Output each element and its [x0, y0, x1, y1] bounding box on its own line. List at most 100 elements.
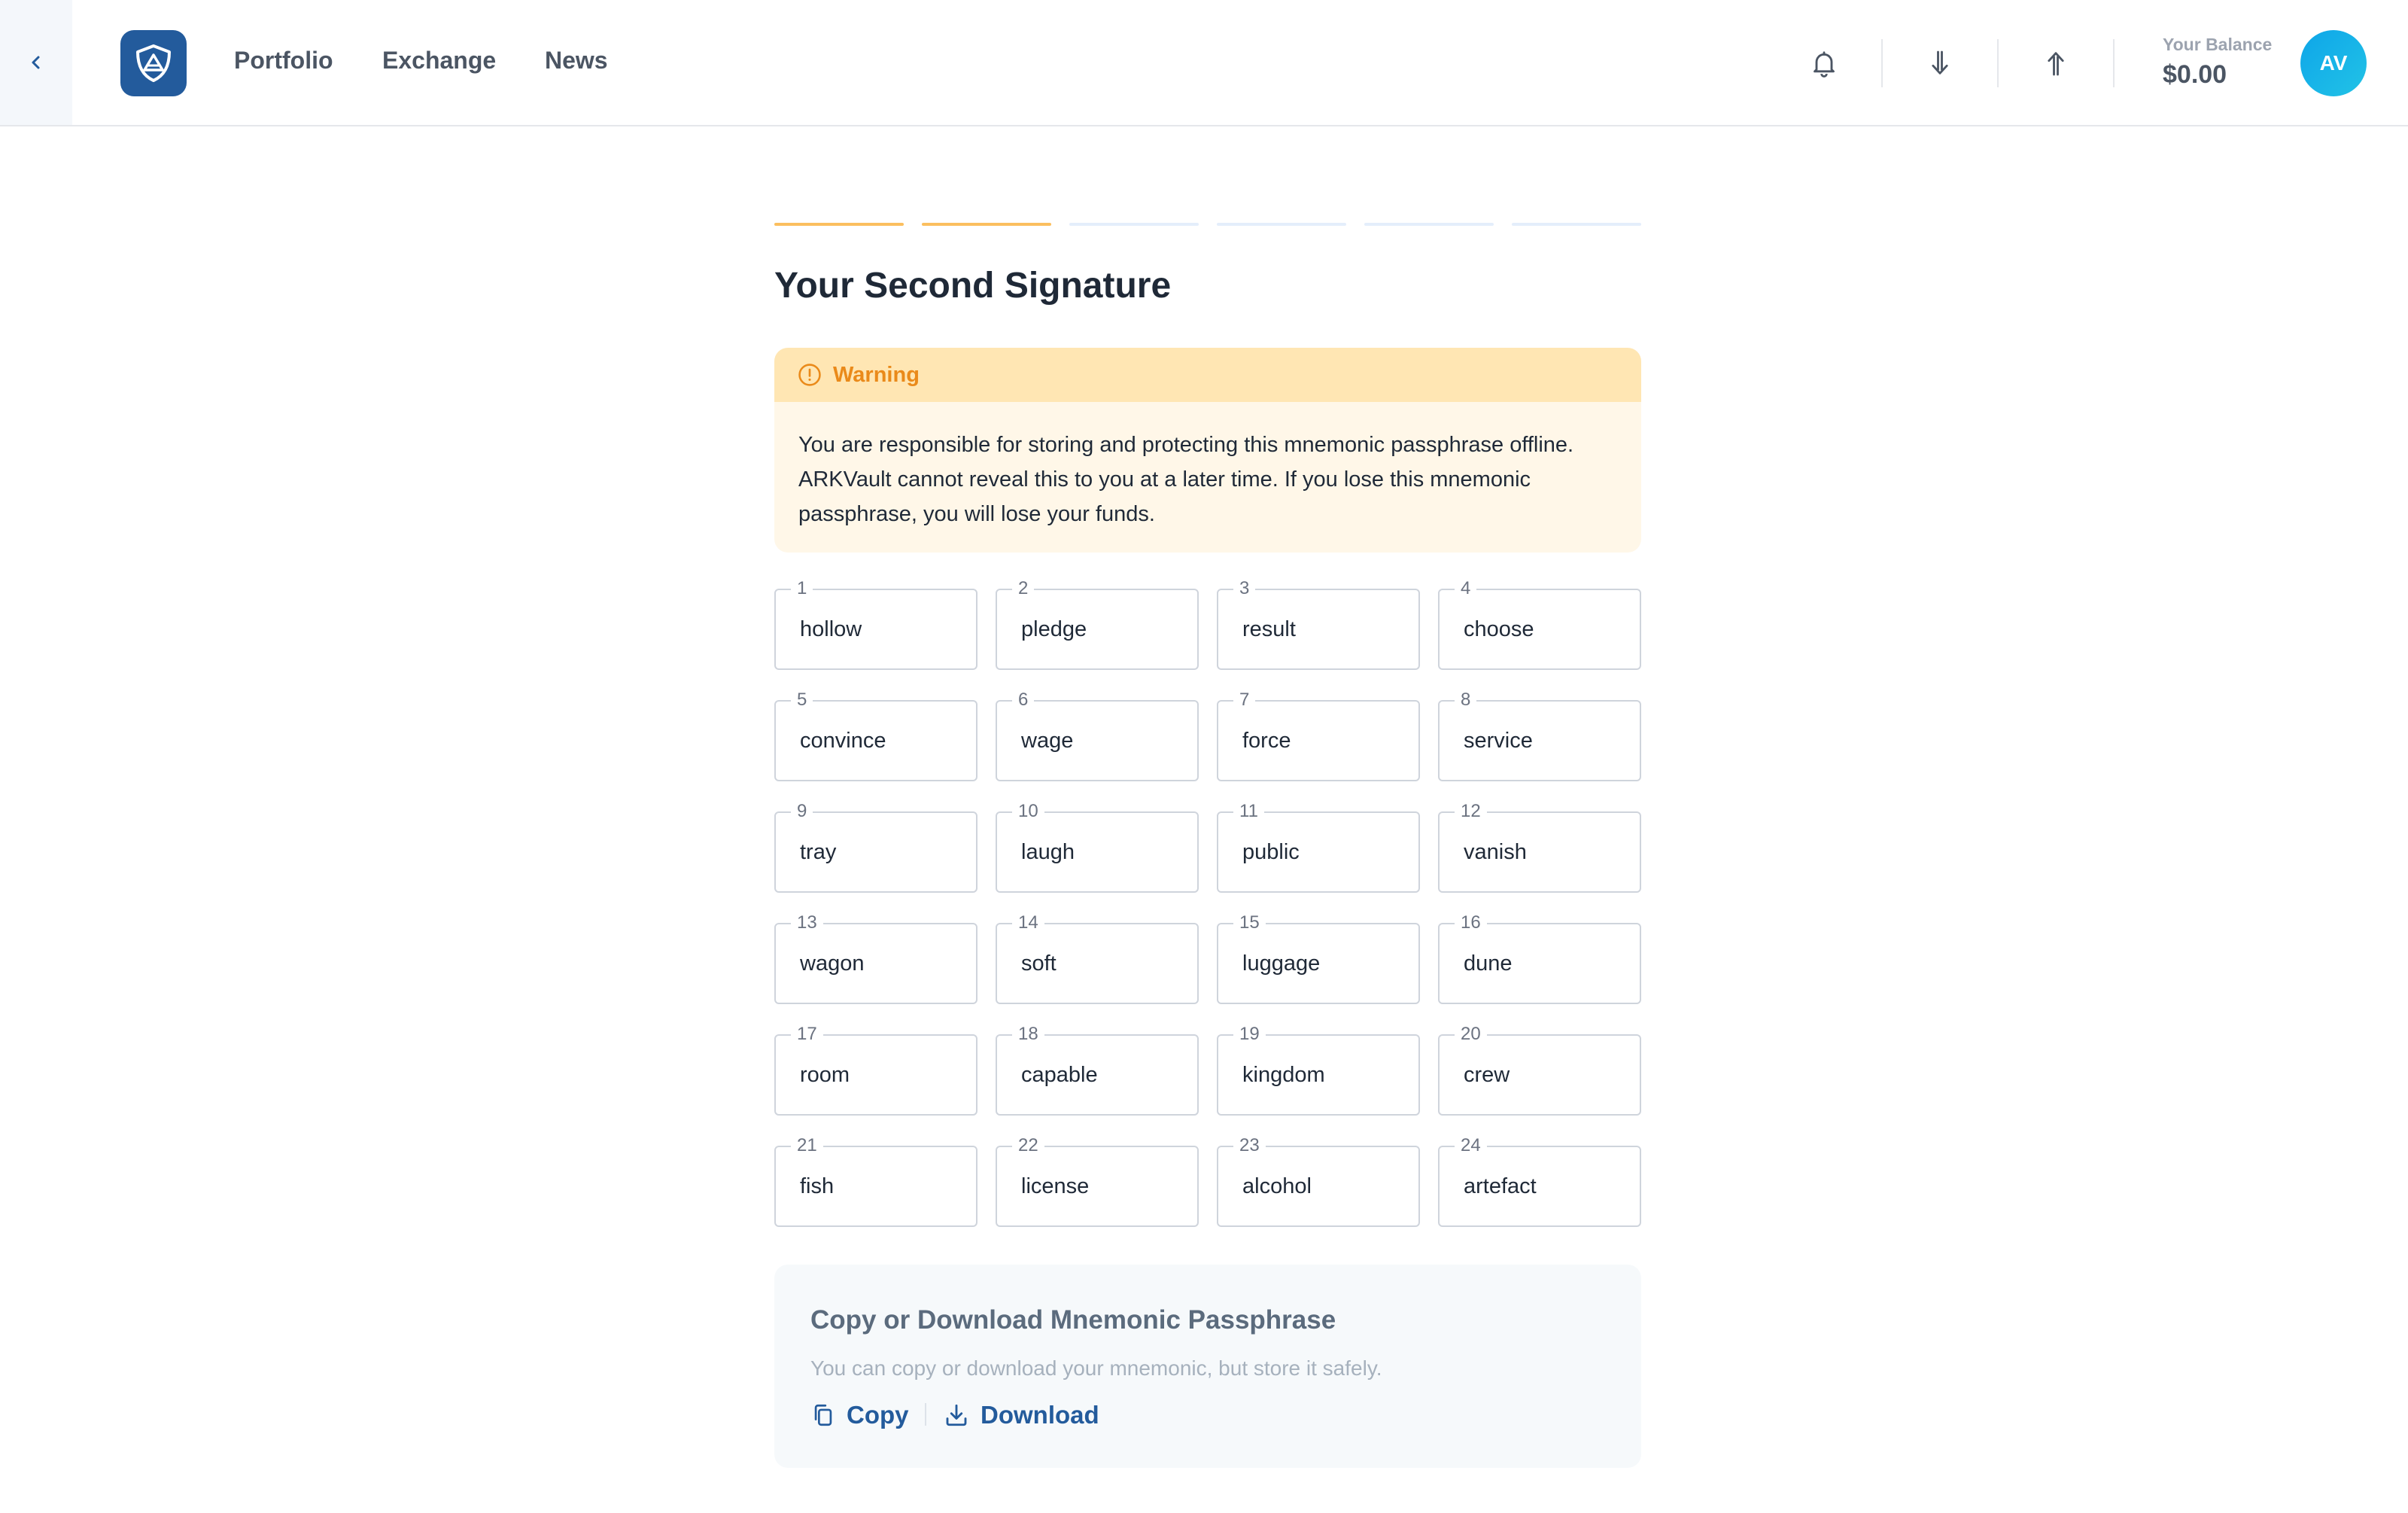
send-button[interactable]: [2032, 39, 2080, 87]
mnemonic-word-number: 15: [1233, 912, 1266, 934]
mnemonic-word-text: public: [1242, 840, 1300, 864]
mnemonic-word-text: alcohol: [1242, 1174, 1312, 1198]
mnemonic-word-number: 2: [1012, 577, 1035, 600]
mnemonic-word-number: 1: [791, 577, 813, 600]
mnemonic-word-text: service: [1464, 729, 1533, 753]
mnemonic-word-field[interactable]: 11 public: [1217, 800, 1420, 893]
mnemonic-word-number: 17: [791, 1023, 823, 1046]
mnemonic-word-number: 11: [1233, 800, 1264, 823]
arrow-down-icon: [1932, 50, 1948, 75]
mnemonic-word-field[interactable]: 24 artefact: [1438, 1134, 1641, 1227]
mnemonic-word-text: wage: [1021, 729, 1074, 753]
mnemonic-word-field[interactable]: 21 fish: [774, 1134, 977, 1227]
mnemonic-word-number: 3: [1233, 577, 1256, 600]
back-button[interactable]: [0, 0, 72, 125]
progress-step-pending: [1217, 223, 1346, 226]
warning-message: You are responsible for storing and prot…: [798, 433, 1574, 526]
mnemonic-word-field[interactable]: 9 tray: [774, 800, 977, 893]
mnemonic-word-text: result: [1242, 617, 1296, 641]
page-title: Your Second Signature: [774, 266, 1172, 306]
mnemonic-word-number: 24: [1455, 1134, 1487, 1157]
mnemonic-word-text: dune: [1464, 951, 1513, 976]
mnemonic-word-number: 5: [791, 689, 813, 711]
receive-button[interactable]: [1916, 39, 1964, 87]
mnemonic-word-text: convince: [800, 729, 886, 753]
app-logo[interactable]: [120, 30, 187, 96]
mnemonic-word-field[interactable]: 3 result: [1217, 577, 1420, 670]
warning-header: Warning: [774, 348, 1641, 402]
top-navbar: Portfolio Exchange News Your Balance $0.…: [0, 0, 2408, 126]
mnemonic-word-number: 21: [791, 1134, 823, 1157]
progress-step-complete: [922, 223, 1051, 226]
avatar-initials: AV: [2319, 51, 2348, 75]
mnemonic-word-number: 22: [1012, 1134, 1044, 1157]
mnemonic-word-field[interactable]: 19 kingdom: [1217, 1023, 1420, 1116]
mnemonic-word-field[interactable]: 10 laugh: [996, 800, 1199, 893]
mnemonic-word-field[interactable]: 15 luggage: [1217, 912, 1420, 1004]
mnemonic-word-text: vanish: [1464, 840, 1527, 864]
mnemonic-word-number: 23: [1233, 1134, 1266, 1157]
mnemonic-word-field[interactable]: 18 capable: [996, 1023, 1199, 1116]
mnemonic-word-field[interactable]: 16 dune: [1438, 912, 1641, 1004]
shield-logo-icon: [136, 44, 171, 82]
copy-panel-subtitle: You can copy or download your mnemonic, …: [810, 1356, 1382, 1380]
mnemonic-word-field[interactable]: 5 convince: [774, 689, 977, 781]
mnemonic-word-field[interactable]: 14 soft: [996, 912, 1199, 1004]
mnemonic-word-number: 19: [1233, 1023, 1266, 1046]
user-avatar[interactable]: AV: [2300, 30, 2367, 96]
mnemonic-word-number: 14: [1012, 912, 1044, 934]
mnemonic-word-field[interactable]: 7 force: [1217, 689, 1420, 781]
action-divider: [925, 1403, 926, 1426]
mnemonic-word-number: 13: [791, 912, 823, 934]
mnemonic-word-field[interactable]: 8 service: [1438, 689, 1641, 781]
mnemonic-word-number: 18: [1012, 1023, 1044, 1046]
copy-panel-title: Copy or Download Mnemonic Passphrase: [810, 1305, 1336, 1335]
mnemonic-word-text: luggage: [1242, 951, 1321, 976]
progress-step-pending: [1364, 223, 1494, 226]
mnemonic-word-field[interactable]: 20 crew: [1438, 1023, 1641, 1116]
mnemonic-word-text: capable: [1021, 1063, 1098, 1087]
copy-button-label: Copy: [847, 1401, 909, 1429]
mnemonic-word-field[interactable]: 1 hollow: [774, 577, 977, 670]
mnemonic-word-field[interactable]: 4 choose: [1438, 577, 1641, 670]
copy-icon: [814, 1404, 832, 1426]
mnemonic-word-text: tray: [800, 840, 837, 864]
bell-icon: [1814, 51, 1835, 78]
header-divider: [1881, 39, 1883, 87]
mnemonic-word-text: choose: [1464, 617, 1534, 641]
warning-title: Warning: [833, 362, 920, 387]
mnemonic-word-number: 4: [1455, 577, 1477, 600]
mnemonic-word-field[interactable]: 13 wagon: [774, 912, 977, 1004]
mnemonic-word-field[interactable]: 22 license: [996, 1134, 1199, 1227]
mnemonic-word-number: 8: [1455, 689, 1477, 711]
chevron-left-icon: [32, 56, 40, 69]
balance-label: Your Balance: [2163, 35, 2273, 54]
nav-news[interactable]: News: [545, 47, 608, 75]
download-button[interactable]: Download: [943, 1399, 1099, 1432]
mnemonic-word-number: 10: [1012, 800, 1044, 823]
mnemonic-word-text: pledge: [1021, 617, 1087, 641]
progress-step-pending: [1512, 223, 1641, 226]
progress-step-pending: [1069, 223, 1199, 226]
balance-value: $0.00: [2163, 60, 2227, 89]
mnemonic-word-field[interactable]: 2 pledge: [996, 577, 1199, 670]
mnemonic-word-text: room: [800, 1063, 850, 1087]
nav-portfolio[interactable]: Portfolio: [234, 47, 333, 75]
mnemonic-word-text: artefact: [1464, 1174, 1537, 1198]
progress-steps: [774, 223, 1641, 227]
mnemonic-word-text: fish: [800, 1174, 835, 1198]
mnemonic-word-field[interactable]: 6 wage: [996, 689, 1199, 781]
mnemonic-word-text: kingdom: [1242, 1063, 1325, 1087]
nav-exchange[interactable]: Exchange: [382, 47, 496, 75]
header-divider: [1997, 39, 1999, 87]
mnemonic-word-text: license: [1021, 1174, 1090, 1198]
mnemonic-word-text: laugh: [1021, 840, 1075, 864]
notifications-button[interactable]: [1800, 39, 1848, 87]
header-divider: [2113, 39, 2115, 87]
mnemonic-word-text: hollow: [800, 617, 862, 641]
mnemonic-word-field[interactable]: 23 alcohol: [1217, 1134, 1420, 1227]
progress-step-complete: [774, 223, 904, 226]
mnemonic-word-field[interactable]: 17 room: [774, 1023, 977, 1116]
mnemonic-word-field[interactable]: 12 vanish: [1438, 800, 1641, 893]
copy-button[interactable]: Copy: [810, 1399, 909, 1432]
